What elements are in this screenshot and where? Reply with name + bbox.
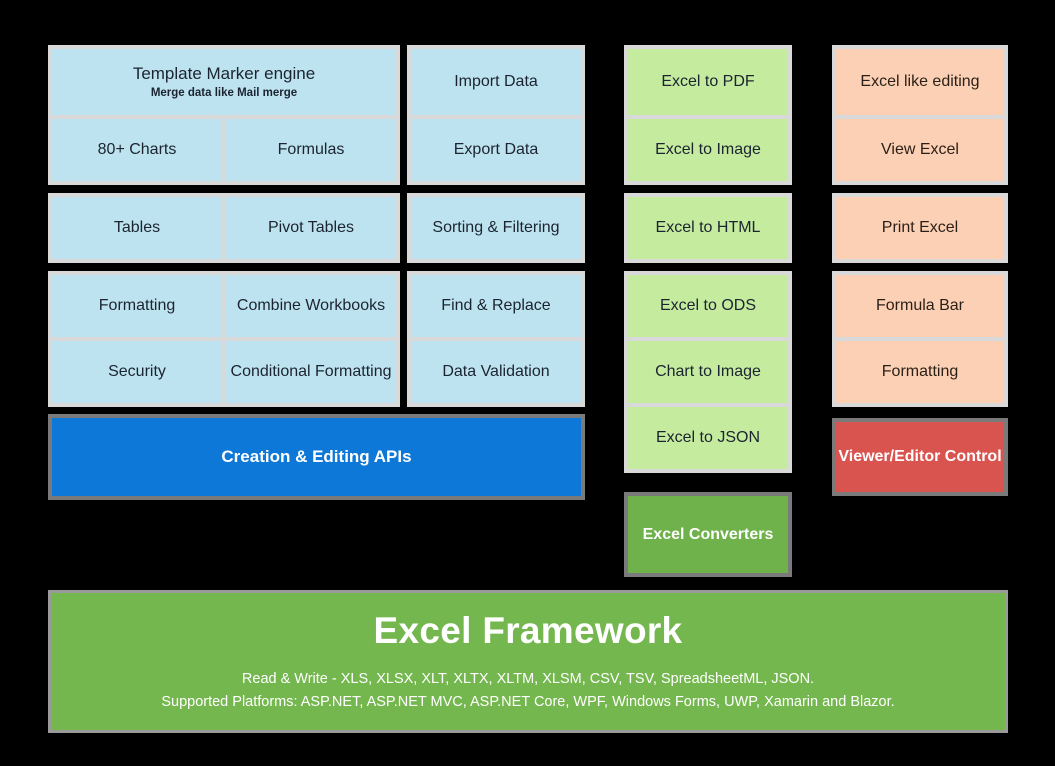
group-formatting-security: Formatting Combine Workbooks Security Co… (48, 271, 400, 407)
card-row: Sorting & Filtering (407, 197, 585, 259)
card-sorting-filtering[interactable]: Sorting & Filtering (411, 197, 581, 259)
card-row: Formula Bar (832, 275, 1008, 337)
card-view-excel[interactable]: View Excel (836, 119, 1004, 181)
card-print-excel[interactable]: Print Excel (836, 197, 1004, 259)
group-find-validation: Find & Replace Data Validation (407, 271, 585, 407)
card-title: Template Marker engine (132, 64, 316, 84)
card-template-marker-engine[interactable]: Template Marker engine Merge data like M… (52, 49, 396, 115)
card-row: Data Validation (407, 341, 585, 403)
card-title: Find & Replace (441, 296, 551, 314)
card-row: Import Data (407, 49, 585, 115)
column-converters: Excel to PDF Excel to Image Excel to HTM… (624, 45, 792, 481)
card-row: Tables Pivot Tables (48, 197, 400, 259)
excel-framework-block: Excel Framework Read & Write - XLS, XLSX… (48, 590, 1008, 733)
card-title: Excel to PDF (661, 72, 755, 90)
card-formatting[interactable]: Formatting (52, 275, 222, 337)
card-title: Export Data (453, 140, 539, 158)
card-title: Pivot Tables (268, 218, 354, 236)
card-security[interactable]: Security (52, 341, 222, 403)
column-data-operations: Import Data Export Data Sorting & Filter… (407, 45, 585, 415)
card-title: 80+ Charts (97, 140, 177, 158)
banner-viewer-editor-control[interactable]: Viewer/Editor Control (832, 418, 1008, 496)
card-title: Excel like editing (860, 72, 980, 90)
framework-title: Excel Framework (373, 610, 683, 652)
card-title: Data Validation (442, 362, 550, 380)
framework-platforms-line: Supported Platforms: ASP.NET, ASP.NET MV… (161, 693, 895, 710)
card-title: Excel to Image (655, 140, 761, 158)
card-export-data[interactable]: Export Data (411, 119, 581, 181)
group-ods-chart-json: Excel to ODS Chart to Image Excel to JSO… (624, 271, 792, 473)
card-title: Excel to ODS (659, 296, 757, 314)
card-combine-workbooks[interactable]: Combine Workbooks (226, 275, 396, 337)
card-excel-to-html[interactable]: Excel to HTML (628, 197, 788, 259)
card-title: Chart to Image (655, 362, 761, 380)
banner-label: Creation & Editing APIs (221, 447, 412, 466)
card-row: Excel to Image (624, 119, 792, 181)
card-row: Formatting Combine Workbooks (48, 275, 400, 337)
card-formula-bar[interactable]: Formula Bar (836, 275, 1004, 337)
card-row: Find & Replace (407, 275, 585, 337)
card-row: Excel to JSON (624, 407, 792, 469)
card-excel-to-json[interactable]: Excel to JSON (628, 407, 788, 469)
group-import-export: Import Data Export Data (407, 45, 585, 185)
column-viewer-editor: Excel like editing View Excel Print Exce… (832, 45, 1008, 415)
card-80-plus-charts[interactable]: 80+ Charts (52, 119, 222, 181)
card-excel-to-ods[interactable]: Excel to ODS (628, 275, 788, 337)
column-creation-editing: Template Marker engine Merge data like M… (48, 45, 400, 415)
group-template-charts-formulas: Template Marker engine Merge data like M… (48, 45, 400, 185)
banner-excel-converters[interactable]: Excel Converters (624, 492, 792, 577)
group-print-excel: Print Excel (832, 193, 1008, 263)
card-excel-to-pdf[interactable]: Excel to PDF (628, 49, 788, 115)
banner-label: Viewer/Editor Control (838, 448, 1002, 465)
card-import-data[interactable]: Import Data (411, 49, 581, 115)
card-row: 80+ Charts Formulas (48, 119, 400, 181)
card-formatting-viewer[interactable]: Formatting (836, 341, 1004, 403)
card-row: Excel to ODS (624, 275, 792, 337)
card-row: View Excel (832, 119, 1008, 181)
group-editing-view: Excel like editing View Excel (832, 45, 1008, 185)
card-row: Excel like editing (832, 49, 1008, 115)
card-tables[interactable]: Tables (52, 197, 222, 259)
card-title: Import Data (454, 72, 538, 90)
framework-formats-line: Read & Write - XLS, XLSX, XLT, XLTX, XLT… (241, 671, 815, 688)
group-formula-formatting: Formula Bar Formatting (832, 271, 1008, 407)
card-row: Security Conditional Formatting (48, 341, 400, 403)
card-title: Formatting (98, 296, 176, 314)
card-row: Chart to Image (624, 341, 792, 403)
group-pdf-image: Excel to PDF Excel to Image (624, 45, 792, 185)
banner-label: Excel Converters (642, 525, 774, 543)
card-excel-to-image[interactable]: Excel to Image (628, 119, 788, 181)
card-formulas[interactable]: Formulas (226, 119, 396, 181)
card-title: Excel to HTML (655, 218, 761, 236)
card-row: Excel to PDF (624, 49, 792, 115)
group-excel-to-html: Excel to HTML (624, 193, 792, 263)
card-excel-like-editing[interactable]: Excel like editing (836, 49, 1004, 115)
card-row: Excel to HTML (624, 197, 792, 259)
banner-creation-editing-apis[interactable]: Creation & Editing APIs (48, 414, 585, 500)
card-title: Sorting & Filtering (432, 218, 560, 236)
card-data-validation[interactable]: Data Validation (411, 341, 581, 403)
card-subtitle: Merge data like Mail merge (150, 86, 298, 99)
card-pivot-tables[interactable]: Pivot Tables (226, 197, 396, 259)
group-sorting-filtering: Sorting & Filtering (407, 193, 585, 263)
card-title: Formulas (277, 140, 345, 158)
card-title: Security (108, 362, 166, 380)
card-title: Print Excel (881, 218, 959, 236)
card-chart-to-image[interactable]: Chart to Image (628, 341, 788, 403)
card-title: Formula Bar (875, 296, 965, 314)
card-title: Combine Workbooks (236, 296, 386, 314)
card-title: Tables (113, 218, 161, 236)
card-title: Conditional Formatting (230, 362, 392, 380)
card-title: Formatting (881, 362, 959, 380)
diagram-canvas: Template Marker engine Merge data like M… (0, 0, 1055, 766)
card-title: View Excel (881, 140, 959, 158)
card-title: Excel to JSON (655, 428, 761, 446)
card-find-replace[interactable]: Find & Replace (411, 275, 581, 337)
card-row: Template Marker engine Merge data like M… (48, 49, 400, 115)
card-conditional-formatting[interactable]: Conditional Formatting (226, 341, 396, 403)
card-row: Formatting (832, 341, 1008, 403)
group-tables-pivot: Tables Pivot Tables (48, 193, 400, 263)
card-row: Export Data (407, 119, 585, 181)
card-row: Print Excel (832, 197, 1008, 259)
